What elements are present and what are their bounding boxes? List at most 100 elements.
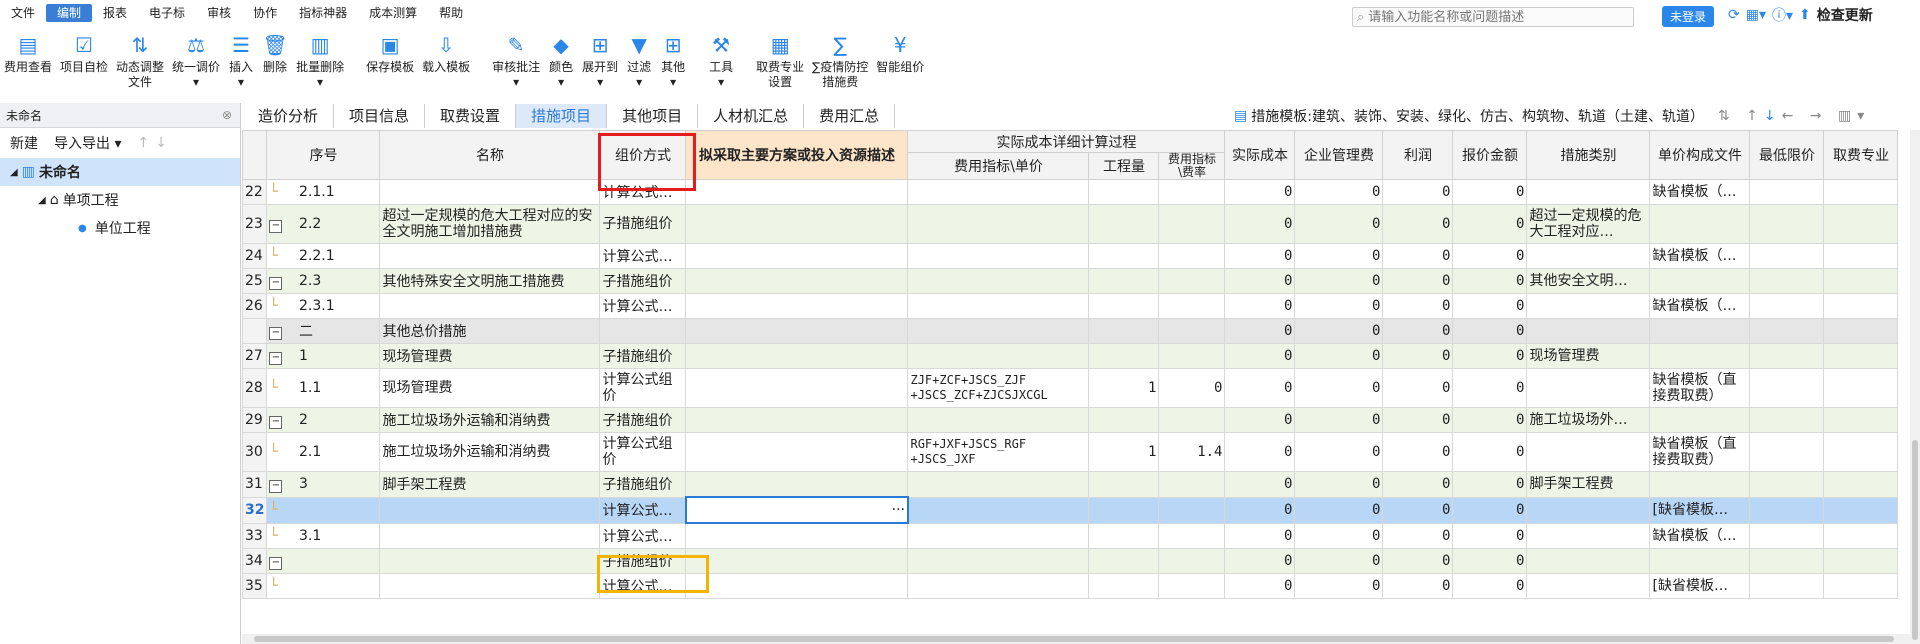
cell-ind[interactable] xyxy=(907,243,1090,269)
cell-mgmt[interactable]: 0 xyxy=(1294,204,1384,244)
cell-n[interactable]: 22 xyxy=(242,179,268,205)
cell-method[interactable]: 子措施组价 xyxy=(599,471,687,498)
col-minprice[interactable]: 最低限价 xyxy=(1749,130,1825,180)
cell-method[interactable]: 计算公式… xyxy=(599,522,687,549)
cell-quote[interactable]: 0 xyxy=(1452,268,1528,294)
toolbar-button-fee-setting[interactable]: ▦ 取费专业 设置 xyxy=(752,28,808,100)
vertical-scrollbar[interactable] xyxy=(1910,130,1920,644)
cell-mgmt[interactable]: 0 xyxy=(1294,471,1384,498)
cell-qty[interactable] xyxy=(1088,243,1160,269)
table-row[interactable]: 30 └ 2.1 施工垃圾场外运输和消纳费 计算公式组价 RGF+JXF+JSCS_RGF… xyxy=(242,432,1899,472)
cell-quote[interactable]: 0 xyxy=(1452,432,1528,472)
cell-blank[interactable] xyxy=(1749,268,1825,294)
login-button[interactable]: 未登录 xyxy=(1662,6,1715,27)
move-down-icon[interactable]: ↓ xyxy=(155,135,167,151)
cell-rate[interactable] xyxy=(1158,407,1226,433)
cell-profit[interactable]: 0 xyxy=(1382,293,1454,319)
toolbar-button-smart-price[interactable]: ¥ 智能组价 xyxy=(872,28,928,100)
cell-blank[interactable] xyxy=(1823,496,1899,524)
cell-n[interactable]: 23 xyxy=(242,204,268,244)
cell-n[interactable]: 33 xyxy=(242,522,268,549)
cell-seq[interactable]: 1.1 xyxy=(296,368,381,408)
cell-rate[interactable] xyxy=(1158,548,1226,574)
cell-name[interactable] xyxy=(379,496,601,524)
cell-name[interactable]: 施工垃圾场外运输和消纳费 xyxy=(379,432,601,472)
cell-blank[interactable] xyxy=(1749,548,1825,574)
table-row[interactable]: 33 └ 3.1 计算公式… 0 0 0 0 缺省模板（… xyxy=(242,522,1899,549)
cell-cat[interactable] xyxy=(1526,548,1651,574)
cell-qty[interactable] xyxy=(1088,522,1160,549)
cell-method[interactable]: 子措施组价 xyxy=(599,407,687,433)
cell-seq[interactable]: 2.1 xyxy=(296,432,381,472)
menu-item-8[interactable]: 帮助 xyxy=(428,4,474,22)
cell-blank[interactable]: − xyxy=(266,548,297,574)
cell-blank[interactable] xyxy=(1749,318,1825,344)
cell-profit[interactable]: 0 xyxy=(1382,496,1454,524)
cell-qty[interactable] xyxy=(1088,268,1160,294)
col-qty[interactable]: 工程量 xyxy=(1088,152,1160,180)
cell-n[interactable] xyxy=(242,318,268,344)
cell-profit[interactable]: 0 xyxy=(1382,268,1454,294)
cell-actual[interactable]: 0 xyxy=(1224,268,1296,294)
tree-node-root[interactable]: ◢ ▥ 未命名 xyxy=(0,158,240,186)
toolbar-button-delete[interactable]: 🗑 删除 xyxy=(258,28,292,100)
cell-n[interactable]: 26 xyxy=(242,293,268,319)
cell-actual[interactable]: 0 xyxy=(1224,318,1296,344)
cell-seq[interactable]: 2.2.1 xyxy=(296,243,381,269)
cell-name[interactable] xyxy=(379,243,601,269)
cell-actual[interactable]: 0 xyxy=(1224,293,1296,319)
collapse-icon[interactable]: − xyxy=(269,219,283,233)
cell-quote[interactable]: 0 xyxy=(1452,368,1528,408)
cell-rate[interactable] xyxy=(1158,243,1226,269)
cell-blank[interactable] xyxy=(1823,522,1899,549)
col-rate[interactable]: 费用指标\费率 xyxy=(1158,152,1226,180)
cell-qty[interactable] xyxy=(1088,204,1160,244)
cell-blank[interactable] xyxy=(1823,204,1899,244)
search-input[interactable] xyxy=(1368,9,1619,25)
cell-qty[interactable] xyxy=(1088,293,1160,319)
menu-item-1[interactable]: 编制 xyxy=(46,4,93,22)
cell-file[interactable]: 缺省模板（… xyxy=(1649,243,1751,269)
cell-blank[interactable] xyxy=(1749,432,1825,472)
cell-file[interactable]: 缺省模板（直接费取费） xyxy=(1649,432,1751,472)
cell-rate[interactable] xyxy=(1158,522,1226,549)
toolbar-button-expand[interactable]: ⊞ 展开到 ▾ xyxy=(578,28,622,100)
cell-blank[interactable] xyxy=(1749,407,1825,433)
update-icon[interactable]: ⬆ xyxy=(1799,7,1811,23)
cell-name[interactable] xyxy=(379,522,601,549)
cell-profit[interactable]: 0 xyxy=(1382,522,1454,549)
cell-blank[interactable] xyxy=(1823,293,1899,319)
cell-cat[interactable]: 超过一定规模的危大工程对应… xyxy=(1526,204,1651,244)
table-row[interactable]: 34− 子措施组价 0 0 0 0 xyxy=(242,548,1899,574)
cell-blank[interactable] xyxy=(1823,548,1899,574)
cell-blank[interactable]: − xyxy=(266,471,297,498)
collapse-icon[interactable]: − xyxy=(269,415,283,429)
cell-blank[interactable] xyxy=(1823,243,1899,269)
cell-actual[interactable]: 0 xyxy=(1224,179,1296,205)
table-row[interactable]: 22 └ 2.1.1 计算公式… 0 0 0 0 缺省模板（… xyxy=(242,179,1899,205)
cell-mgmt[interactable]: 0 xyxy=(1294,548,1384,574)
cell-cat[interactable] xyxy=(1526,293,1651,319)
new-button[interactable]: 新建 xyxy=(10,133,38,153)
cell-qty[interactable] xyxy=(1088,407,1160,433)
cell-name[interactable]: 现场管理费 xyxy=(379,343,601,369)
cell-blank[interactable]: − xyxy=(266,318,297,344)
tab-1[interactable]: 项目信息 xyxy=(334,104,426,128)
toolbar-button-insert[interactable]: ☰ 插入 ▾ xyxy=(224,28,258,100)
cell-blank[interactable] xyxy=(685,343,909,369)
cell-n[interactable]: 30 xyxy=(242,432,268,472)
cell-blank[interactable] xyxy=(685,204,909,244)
cell-profit[interactable]: 0 xyxy=(1382,471,1454,498)
cell-file[interactable]: [缺省模板… xyxy=(1649,496,1751,524)
cell-file[interactable]: 缺省模板（… xyxy=(1649,293,1751,319)
cell-rate[interactable] xyxy=(1158,179,1226,205)
tree-node-unit[interactable]: ● 单位工程 xyxy=(0,214,240,242)
cell-ind[interactable] xyxy=(907,496,1090,524)
grid-menu-icon[interactable]: ▦▾ xyxy=(1746,7,1766,23)
cell-ind[interactable]: ZJF+ZCF+JSCS_ZJF +JSCS_ZCF+ZJCSJXCGL xyxy=(907,368,1090,408)
cell-actual[interactable]: 0 xyxy=(1224,496,1296,524)
table-row[interactable]: 29−2 施工垃圾场外运输和消纳费 子措施组价 0 0 0 0 施工垃圾场外… xyxy=(242,407,1899,433)
cell-blank[interactable] xyxy=(685,293,909,319)
cell-mgmt[interactable]: 0 xyxy=(1294,318,1384,344)
cell-ind[interactable]: RGF+JXF+JSCS_RGF +JSCS_JXF xyxy=(907,432,1090,472)
